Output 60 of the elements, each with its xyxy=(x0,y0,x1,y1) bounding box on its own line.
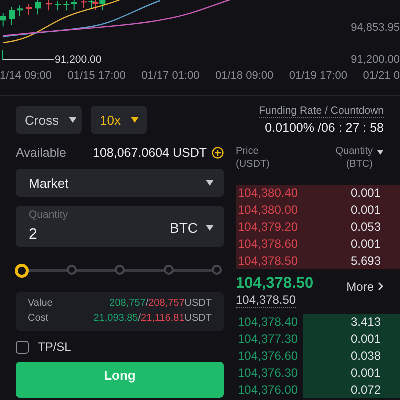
time-axis-label: 01/15 17:00 xyxy=(68,70,126,82)
quantity-input[interactable]: 2 xyxy=(29,226,119,243)
ask-quantity: 0.001 xyxy=(350,186,381,200)
bid-quantity: 0.001 xyxy=(350,332,381,346)
ask-price[interactable]: 104,380.00 xyxy=(238,203,298,218)
caret-icon xyxy=(68,117,77,123)
bid-quantity: 0.072 xyxy=(350,382,381,397)
time-axis-label: 01/18 09:00 xyxy=(216,70,274,82)
slider-thumb[interactable] xyxy=(15,264,29,278)
available-balance: 108,067.0604 USDT xyxy=(93,146,207,160)
quantity-slider[interactable] xyxy=(16,262,224,278)
ask-price[interactable]: 104,380.40 xyxy=(238,186,298,200)
caret-icon xyxy=(206,180,214,186)
bid-price[interactable]: 104,378.40 xyxy=(238,315,298,330)
add-icon[interactable] xyxy=(212,147,224,159)
bid-quantity: 0.001 xyxy=(350,366,381,380)
available-label: Available xyxy=(16,146,67,160)
summary-label: Value xyxy=(28,298,53,309)
time-axis-label: 01/21 0 xyxy=(363,70,400,82)
quantity-field[interactable]: Quantity 2 BTC xyxy=(16,206,224,247)
tpsl-checkbox[interactable] xyxy=(16,340,29,354)
mark-price: 104,378.50 xyxy=(236,292,296,308)
ask-quantity: 0.053 xyxy=(350,220,381,234)
funding-rate-value: 0.0100% /06 : 27 : 58 xyxy=(265,121,384,135)
summary-label: Cost xyxy=(28,313,49,324)
ask-quantity: 0.001 xyxy=(350,203,381,218)
bid-price[interactable]: 104,376.30 xyxy=(238,366,298,380)
time-axis-label: 01/19 17:00 xyxy=(289,70,348,82)
summary-value: 21,093.85/21,116.81USDT xyxy=(94,313,212,324)
ask-price[interactable]: 104,379.20 xyxy=(238,220,298,234)
caret-icon xyxy=(130,117,139,123)
time-axis-label: 1/14 09:00 xyxy=(0,70,52,82)
bid-price[interactable]: 104,376.60 xyxy=(238,348,298,363)
margin-mode-dropdown[interactable]: Cross xyxy=(16,106,82,134)
price-axis-label: 91,200.00 xyxy=(351,54,400,66)
caret-icon xyxy=(206,225,214,231)
unit-dropdown[interactable]: BTC xyxy=(170,220,214,236)
caret-icon[interactable] xyxy=(377,150,384,155)
leverage-dropdown[interactable]: 10x xyxy=(91,106,147,134)
quantity-label: Quantity xyxy=(29,209,68,221)
funding-rate-label[interactable]: Funding Rate / Countdown xyxy=(259,105,384,118)
ask-price[interactable]: 104,378.50 xyxy=(238,254,298,268)
low-price-label: 91,200.00 xyxy=(55,54,102,66)
price-axis-label: 94,853.95 xyxy=(351,22,400,34)
price-column-header: Price (USDT) xyxy=(236,145,270,171)
quantity-column-header: Quantity (BTC) xyxy=(336,145,373,171)
order-type-dropdown[interactable]: Market xyxy=(16,169,224,197)
ask-quantity: 0.001 xyxy=(350,236,381,251)
time-axis-label: 01/17 01:00 xyxy=(142,70,200,82)
ask-price[interactable]: 104,378.60 xyxy=(238,236,298,251)
bid-quantity: 0.038 xyxy=(350,348,381,363)
bid-quantity: 3.413 xyxy=(350,315,381,330)
last-price: 104,378.50 xyxy=(236,274,314,293)
ask-quantity: 5.693 xyxy=(350,254,381,268)
bid-price[interactable]: 104,377.30 xyxy=(238,332,298,346)
summary-value: 208,757/208,757USDT xyxy=(110,298,212,309)
chevron-right-icon xyxy=(378,282,384,292)
bid-price[interactable]: 104,376.00 xyxy=(238,382,298,397)
more-link[interactable]: More xyxy=(346,280,384,294)
tpsl-label: TP/SL xyxy=(38,340,72,354)
